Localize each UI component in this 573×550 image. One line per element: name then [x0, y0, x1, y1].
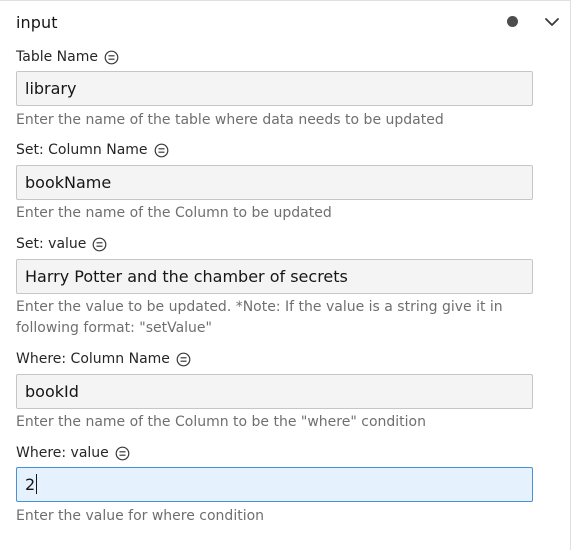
text-caret: [36, 474, 38, 494]
field-label-row: Where: Column Name: [16, 349, 533, 369]
where-value-helper: Enter the value for where condition: [16, 508, 265, 524]
set-column-name-helper: Enter the name of the Column to be updat…: [16, 205, 332, 221]
input-panel: input Table Name library Enter the name …: [0, 0, 571, 550]
chevron-down-icon[interactable]: [543, 14, 561, 28]
set-value-helper-line1: Enter the value to be updated. *Note: If…: [16, 299, 503, 315]
where-column-name-helper: Enter the name of the Column to be the "…: [16, 414, 426, 430]
field-set-value: Set: value Harry Potter and the chamber …: [16, 234, 533, 344]
where-column-name-input[interactable]: bookId: [16, 374, 533, 409]
set-column-name-input[interactable]: bookName: [16, 165, 533, 200]
table-name-input[interactable]: library: [16, 71, 533, 106]
field-label-row: Set: Column Name: [16, 140, 533, 160]
table-name-label: Table Name: [16, 49, 98, 65]
info-icon[interactable]: [115, 446, 130, 461]
set-value-helper-line2: following format: "setValue": [16, 320, 212, 336]
where-value-label: Where: value: [16, 445, 109, 461]
set-value-label: Set: value: [16, 236, 87, 252]
field-label-row: Where: value: [16, 443, 533, 463]
where-value-input[interactable]: 2: [16, 467, 533, 502]
field-where-value: Where: value 2 Enter the value for where…: [16, 443, 533, 527]
field-set-column-name: Set: Column Name bookName Enter the name…: [16, 140, 533, 224]
info-icon[interactable]: [92, 237, 107, 252]
info-icon[interactable]: [176, 352, 191, 367]
panel-title: input: [16, 13, 58, 32]
info-icon[interactable]: [104, 50, 119, 65]
where-column-name-label: Where: Column Name: [16, 351, 170, 367]
table-name-helper: Enter the name of the table where data n…: [16, 112, 444, 128]
info-icon[interactable]: [154, 143, 169, 158]
field-label-row: Set: value: [16, 234, 533, 254]
where-value-text: 2: [25, 475, 36, 494]
field-where-column-name: Where: Column Name bookId Enter the name…: [16, 349, 533, 433]
field-table-name: Table Name library Enter the name of the…: [16, 47, 533, 131]
status-dot-icon: [507, 16, 518, 27]
set-value-input[interactable]: Harry Potter and the chamber of secrets: [16, 259, 533, 294]
panel-header[interactable]: input: [0, 1, 571, 43]
field-label-row: Table Name: [16, 47, 533, 67]
set-column-name-label: Set: Column Name: [16, 142, 148, 158]
